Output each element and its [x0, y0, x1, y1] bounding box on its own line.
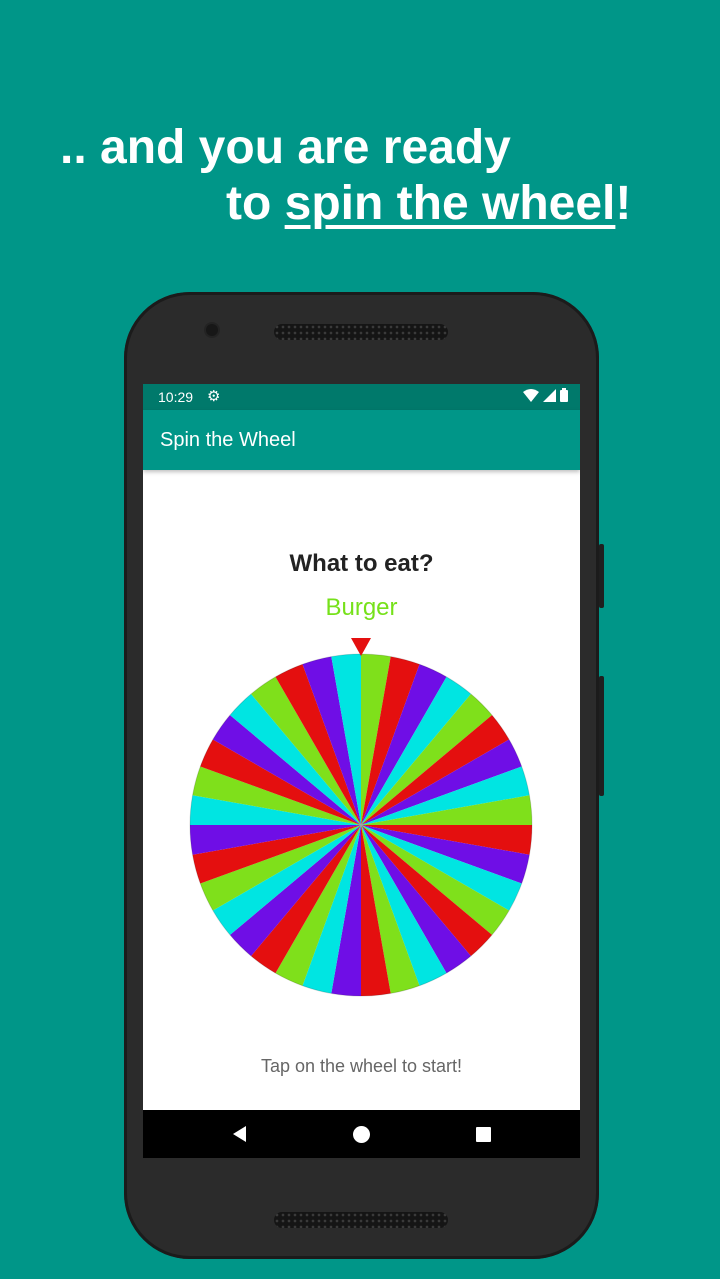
power-button — [599, 544, 604, 608]
front-camera — [206, 324, 218, 336]
headline-prefix: to — [226, 177, 285, 230]
status-bar: 10:29 ⚙ — [143, 384, 580, 410]
headline-line-2: to spin the wheel! — [226, 174, 631, 234]
recents-icon[interactable] — [471, 1122, 495, 1146]
top-speaker — [274, 324, 448, 340]
battery-icon — [560, 388, 568, 402]
question-label: What to eat? — [289, 550, 434, 577]
cell-signal-icon — [543, 388, 556, 402]
result-label: Burger — [325, 594, 398, 621]
promo-headline: .. and you are ready to spin the wheel! — [0, 0, 720, 260]
bottom-speaker — [274, 1212, 448, 1228]
phone-screen: 10:29 ⚙ Spin the Wheel What to eat? Burg… — [143, 384, 580, 1158]
headline-suffix: ! — [615, 177, 632, 230]
phone-frame: 10:29 ⚙ Spin the Wheel What to eat? Burg… — [124, 292, 604, 1259]
navigation-bar — [143, 1110, 580, 1158]
app-title: Spin the Wheel — [160, 429, 296, 451]
start-hint: Tap on the wheel to start! — [260, 1056, 463, 1076]
wheel-segments[interactable] — [189, 653, 533, 997]
volume-button — [599, 676, 604, 796]
pointer-icon — [351, 638, 371, 656]
headline-underlined: spin the wheel — [284, 177, 616, 230]
gear-icon: ⚙ — [207, 388, 221, 405]
headline-line-1: .. and you are ready — [60, 121, 511, 174]
status-icons — [523, 388, 568, 402]
app-bar: Spin the Wheel — [143, 410, 580, 470]
back-icon[interactable] — [227, 1122, 251, 1146]
status-time: 10:29 — [158, 389, 194, 405]
spin-wheel[interactable] — [143, 629, 580, 999]
home-icon[interactable] — [349, 1122, 373, 1146]
wifi-icon — [523, 388, 539, 402]
